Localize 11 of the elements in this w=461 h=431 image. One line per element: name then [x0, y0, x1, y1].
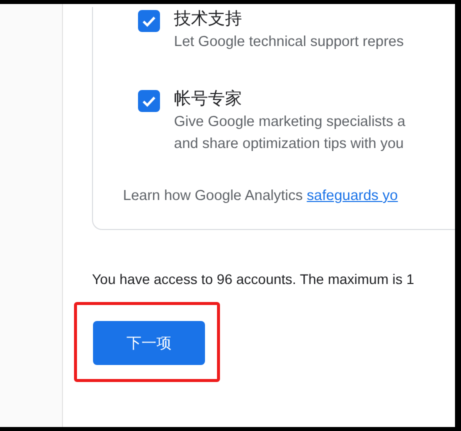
option-description: and share optimization tips with you: [174, 135, 405, 154]
option-description: Let Google technical support repres: [174, 33, 404, 52]
checkbox[interactable]: [138, 10, 160, 32]
next-button[interactable]: 下一项: [93, 321, 205, 365]
account-notice: You have access to 96 accounts. The maximum is 1: [92, 270, 416, 289]
option-title: 技术支持: [174, 8, 243, 30]
option-title: 帐号专家: [174, 88, 243, 110]
checkbox[interactable]: [138, 90, 160, 112]
safeguards-link[interactable]: safeguards yo: [306, 188, 398, 204]
option-description: Give Google marketing specialists a: [174, 113, 406, 132]
safeguards-note: Learn how Google Analytics safeguards yo: [123, 187, 399, 206]
